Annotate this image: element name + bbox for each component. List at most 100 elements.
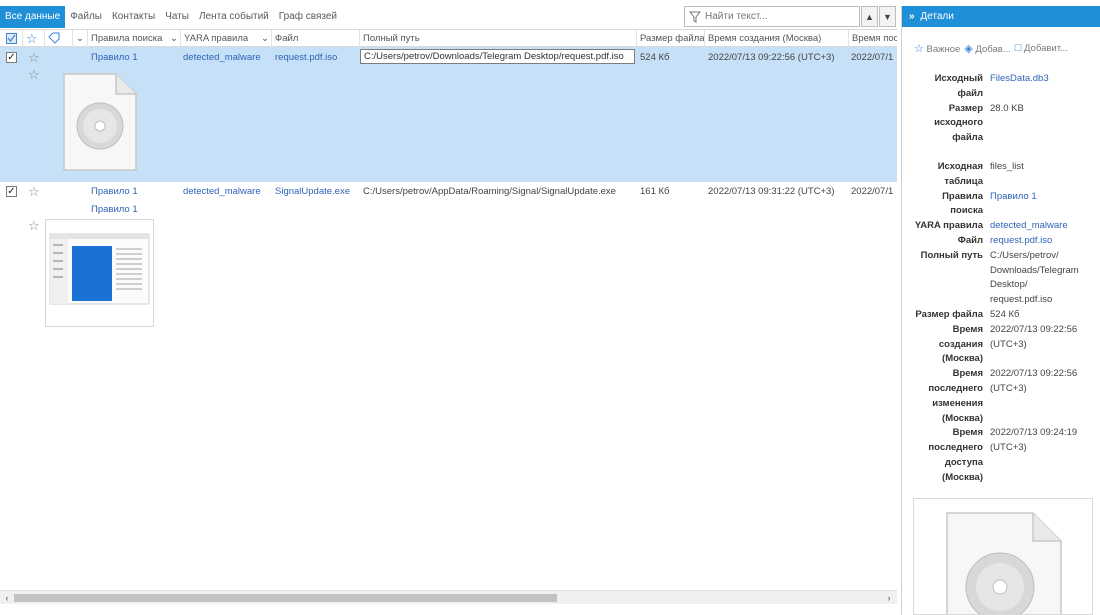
next-result-button[interactable]: ▼ [879,6,896,27]
details-field-label: Время [952,323,983,335]
row-path[interactable]: C:/Users/petrov/AppData/Roaming/Signal/S… [363,186,616,197]
details-field-value[interactable]: FilesData.db3 [990,72,1049,87]
search-input[interactable] [705,11,855,22]
row-modified: 2022/07/1 [851,52,894,63]
details-header[interactable]: » Детали [902,6,1100,27]
disc-file-icon [946,512,1062,614]
row-yara[interactable]: detected_malware [183,52,261,63]
row-size: 524 Кб [640,52,670,63]
details-field-value: (UTC+3) [990,338,1027,350]
tab-files[interactable]: Файлы [65,6,107,28]
details-field-value: C:/Users/petrov/ [990,249,1059,261]
details-field-value: 2022/07/13 09:22:56 [990,368,1078,380]
header-tag-icon[interactable] [44,30,70,47]
col-modified[interactable]: Время пос [848,30,897,47]
details-field-label: Правила [942,190,983,202]
details-field-value: 524 Кб [990,309,1020,320]
details-field-label: исходного [934,117,983,129]
details-field-label: (Москва) [942,353,983,365]
scroll-left-icon[interactable]: ‹ [1,592,13,604]
details-field-value: request.pdf.iso [990,294,1053,306]
star-icon[interactable]: ☆ [28,219,40,232]
details-title: Детали [920,11,954,22]
chevron-down-icon[interactable]: ⌄ [167,30,179,47]
document-icon: □ [1014,42,1022,54]
app-window: Все данные Файлы Контакты Чаты Лента соб… [0,0,1100,615]
details-actions: ☆ Важное ◈ Добав... □ Добавит... [914,42,1068,55]
details-field-label: Исходный [934,73,983,84]
details-field-label: Исходная [937,161,983,172]
app-window-thumbnail[interactable] [45,219,154,327]
details-field-value: files_list [990,161,1024,172]
disc-file-icon[interactable] [62,72,138,175]
col-created[interactable]: Время создания (Москва) [704,30,848,47]
row-file[interactable]: request.pdf.iso [275,52,337,63]
select-all-checkbox[interactable] [2,30,20,47]
details-field-label: доступа [944,457,983,468]
add-tag-button[interactable]: ◈ Добав... [964,42,1010,55]
details-preview [913,498,1093,615]
tab-link-graph[interactable]: Граф связей [274,6,342,28]
header-star-icon[interactable]: ☆ [22,30,44,47]
col-yara[interactable]: YARA правила [180,30,258,47]
tag-icon: ◈ [964,43,973,55]
tab-contacts[interactable]: Контакты [107,6,160,28]
filter-icon[interactable] [689,11,701,23]
details-field-value: 28.0 KB [990,102,1024,114]
details-field-value: 2022/07/13 09:22:56 [990,323,1078,335]
row-rule[interactable]: Правило 1 [91,186,138,197]
row-checkbox[interactable]: ✓ [6,186,17,197]
row-yara[interactable]: detected_malware [183,186,261,197]
row-rule-2[interactable]: Правило 1 [91,204,138,215]
chevron-down-icon[interactable]: ⌄ [72,30,86,47]
table-row[interactable]: ✓ ☆ ☆ Правило 1 detected_malware request… [0,47,897,182]
tab-chats[interactable]: Чаты [160,6,194,28]
tab-bar: Все данные Файлы Контакты Чаты Лента соб… [0,6,342,28]
row-checkbox[interactable]: ✓ [6,52,17,63]
details-field-label: файл [957,87,983,99]
row-path[interactable]: C:/Users/petrov/Downloads/Telegram Deskt… [360,49,635,64]
mark-important-button[interactable]: ☆ Важное [914,42,960,55]
row-created: 2022/07/13 09:31:22 (UTC+3) [708,186,835,197]
horizontal-scrollbar[interactable]: ‹ › [0,590,897,604]
star-icon[interactable]: ☆ [28,68,40,81]
double-chevron-right-icon[interactable]: » [909,11,915,22]
row-file[interactable]: SignalUpdate.exe [275,186,350,197]
chevron-up-icon: ▲ [865,11,874,22]
star-icon: ☆ [914,43,924,55]
star-icon[interactable]: ☆ [28,51,40,64]
details-field-value[interactable]: request.pdf.iso [990,234,1052,249]
col-rule[interactable]: Правила поиска [87,30,167,47]
star-icon[interactable]: ☆ [28,185,40,198]
details-field-value: (UTC+3) [990,442,1027,454]
scroll-right-icon[interactable]: › [883,592,895,604]
chevron-down-icon[interactable]: ⌄ [258,30,270,47]
details-field-label: Полный путь [920,249,983,261]
col-size[interactable]: Размер файла [636,30,704,47]
details-field-value[interactable]: detected_malware [990,219,1068,234]
details-field-label: (Москва) [942,471,983,483]
col-file[interactable]: Файл [271,30,359,47]
tab-event-feed[interactable]: Лента событий [194,6,274,28]
details-field-label: последнего [928,442,983,454]
row-created: 2022/07/13 09:22:56 (UTC+3) [708,52,835,63]
details-field-label: Файл [957,235,983,246]
tab-all-data[interactable]: Все данные [0,6,66,28]
details-field-label: Размер файла [915,309,983,320]
scrollbar-thumb[interactable] [14,594,557,602]
details-field-label: создания [938,338,983,350]
details-field-label: последнего [928,383,983,394]
details-field-value: Desktop/ [990,279,1028,291]
prev-result-button[interactable]: ▲ [861,6,878,27]
add-to-report-button[interactable]: □ Добавит... [1015,42,1068,55]
details-field-value[interactable]: Правило 1 [990,190,1037,205]
details-field-value: (UTC+3) [990,383,1027,394]
table-row[interactable]: ✓ ☆ Правило 1 Правило 1 detected_malware… [0,183,897,333]
row-size: 161 Кб [640,186,670,197]
row-rule[interactable]: Правило 1 [91,52,138,63]
details-field-label: Время [952,427,983,439]
details-field-value: 2022/07/13 09:24:19 [990,427,1078,439]
col-path[interactable]: Полный путь [359,30,636,47]
details-field-label: Размер [948,102,983,114]
chevron-down-icon: ▼ [883,11,892,22]
